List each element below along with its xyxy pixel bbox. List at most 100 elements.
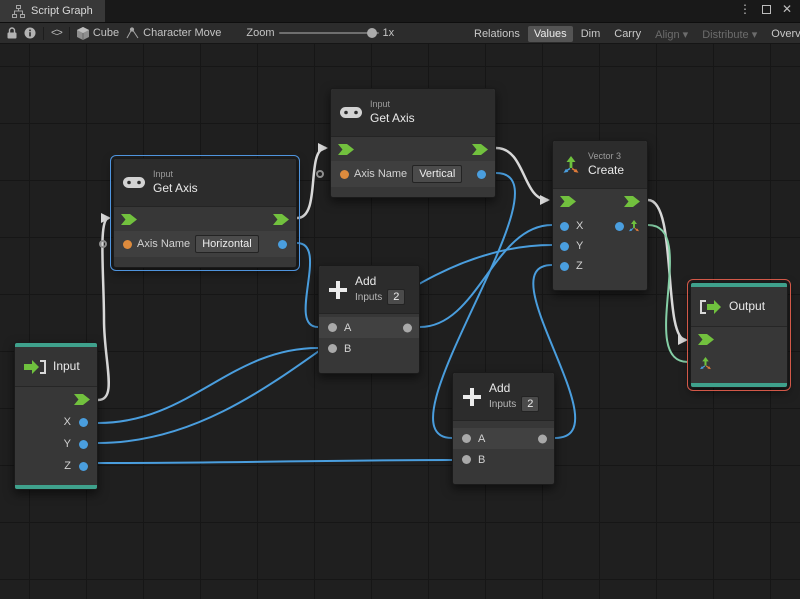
port-z-icon[interactable]: [560, 261, 569, 271]
port-a-icon[interactable]: [328, 323, 337, 332]
node-graph-output[interactable]: Output: [687, 279, 791, 391]
axis-name-field[interactable]: Vertical: [412, 164, 463, 184]
wire-data-input-z-to-add2-b[interactable]: [97, 459, 453, 464]
info-icon[interactable]: [24, 27, 36, 39]
node-title: Input: [53, 359, 80, 373]
port-b-icon[interactable]: [328, 344, 337, 353]
zoom-slider-handle[interactable]: [366, 28, 377, 38]
graph-input-icon: [24, 359, 46, 374]
port-label: X: [576, 220, 584, 232]
vector3-type-icon[interactable]: [699, 356, 712, 370]
vector-out-port-icon[interactable]: [615, 221, 624, 231]
port-label: Z: [64, 460, 71, 472]
port-x-icon[interactable]: [560, 221, 569, 231]
breadcrumb-graph-name[interactable]: Character Move: [126, 26, 221, 40]
script-graph-icon: [12, 4, 25, 18]
port-label: X: [63, 416, 71, 428]
accent-strip: [15, 485, 97, 489]
port-label: Y: [63, 438, 71, 450]
port-y-out-icon[interactable]: [79, 439, 88, 449]
edit-code-icon[interactable]: <>: [51, 27, 63, 39]
wire-arrowhead: [678, 335, 688, 345]
close-icon[interactable]: ✕: [782, 3, 792, 15]
port-label: A: [478, 432, 486, 445]
inputs-label: Inputs: [355, 291, 383, 303]
wire-data-input-x-to-add1-b[interactable]: [97, 347, 319, 424]
graph-asset-icon: [126, 26, 139, 38]
port-x-out-icon[interactable]: [79, 417, 88, 427]
node-title: Get Axis: [370, 110, 415, 125]
graph-toolbar: <> Cube Character Move Zoom 1x Relations…: [0, 22, 800, 44]
align-dropdown[interactable]: Align ▾: [649, 26, 694, 43]
value-out-port-icon[interactable]: [278, 239, 287, 249]
node-title: Get Axis: [153, 180, 198, 195]
node-title: Create: [588, 162, 625, 177]
node-add-1[interactable]: Add Inputs 2 A B: [318, 265, 420, 374]
node-add-2[interactable]: Add Inputs 2 A B: [452, 372, 555, 485]
flow-in-port-icon[interactable]: [698, 333, 714, 345]
port-label: Z: [576, 260, 583, 272]
flow-out-port-icon[interactable]: [624, 195, 640, 207]
inputs-count-field[interactable]: 2: [387, 288, 406, 306]
string-port-icon[interactable]: [123, 239, 132, 249]
flow-out-port-icon[interactable]: [472, 143, 488, 155]
port-a-icon[interactable]: [462, 434, 471, 443]
node-category: Vector 3: [588, 151, 622, 162]
flow-in-port-icon[interactable]: [121, 213, 137, 225]
wire-arrowhead: [540, 195, 550, 205]
values-button[interactable]: Values: [527, 26, 573, 42]
sum-out-port-icon[interactable]: [538, 434, 547, 443]
zoom-slider[interactable]: [278, 28, 379, 38]
unconnected-port-icon[interactable]: [316, 170, 324, 178]
carry-button[interactable]: Carry: [608, 26, 647, 42]
axis-name-field[interactable]: Horizontal: [195, 234, 259, 254]
wire-arrowhead: [318, 143, 328, 153]
plus-icon: [463, 387, 481, 406]
value-out-port-icon[interactable]: [477, 169, 486, 179]
node-vector3-create[interactable]: Vector 3 Create X Y Z: [552, 140, 648, 291]
node-get-axis-horizontal[interactable]: Input Get Axis Axis Name Horizontal: [99, 155, 300, 271]
tab-script-graph[interactable]: Script Graph: [0, 0, 105, 22]
relations-button[interactable]: Relations: [468, 26, 526, 42]
distribute-dropdown[interactable]: Distribute ▾: [696, 26, 763, 43]
lock-icon[interactable]: [7, 27, 17, 39]
sum-out-port-icon[interactable]: [403, 323, 412, 332]
flow-in-port-icon[interactable]: [338, 143, 354, 155]
graph-output-icon: [700, 299, 721, 314]
wire-data-getaxis-h-to-add1-a[interactable]: [296, 242, 319, 328]
flow-out-port-icon[interactable]: [273, 213, 289, 225]
overview-button[interactable]: Overview: [765, 26, 800, 42]
dim-button[interactable]: Dim: [575, 26, 607, 42]
port-label: Y: [576, 240, 584, 252]
node-title: Add: [489, 380, 511, 395]
maximize-icon[interactable]: [761, 4, 771, 14]
unconnected-port-icon[interactable]: [99, 240, 107, 248]
inputs-count-field[interactable]: 2: [521, 395, 540, 413]
port-y-icon[interactable]: [560, 241, 569, 251]
wire-flow-getaxis-h-to-getaxis-v[interactable]: [296, 146, 327, 220]
chevron-down-icon: ▾: [682, 28, 689, 41]
flow-in-port-icon[interactable]: [560, 195, 576, 207]
node-title: Add: [355, 273, 377, 288]
accent-strip: [691, 383, 787, 387]
toolbar-separator: [68, 26, 70, 40]
port-z-out-icon[interactable]: [79, 461, 88, 471]
flow-out-port-icon[interactable]: [74, 393, 90, 405]
port-label: Axis Name: [137, 238, 191, 250]
port-b-icon[interactable]: [462, 455, 471, 464]
inputs-label: Inputs: [489, 398, 517, 410]
string-port-icon[interactable]: [340, 169, 349, 179]
port-label: A: [344, 321, 352, 334]
vector3-type-icon: [629, 220, 639, 232]
tab-title: Script Graph: [31, 5, 93, 17]
vector3-axes-icon: [563, 155, 579, 173]
wire-data-add1-to-create-x[interactable]: [419, 224, 553, 328]
tab-bar: Script Graph ⋮ ✕: [0, 0, 800, 22]
kebab-menu-icon[interactable]: ⋮: [739, 3, 751, 15]
graph-canvas[interactable]: Input Get Axis Axis Name Vertical Input …: [0, 44, 800, 599]
breadcrumb-target-cube[interactable]: Cube: [76, 26, 119, 40]
zoom-label: Zoom: [246, 27, 275, 39]
chevron-down-icon: ▾: [751, 28, 758, 41]
node-get-axis-vertical[interactable]: Input Get Axis Axis Name Vertical: [316, 88, 496, 198]
node-graph-input[interactable]: Input X Y Z: [14, 342, 98, 490]
